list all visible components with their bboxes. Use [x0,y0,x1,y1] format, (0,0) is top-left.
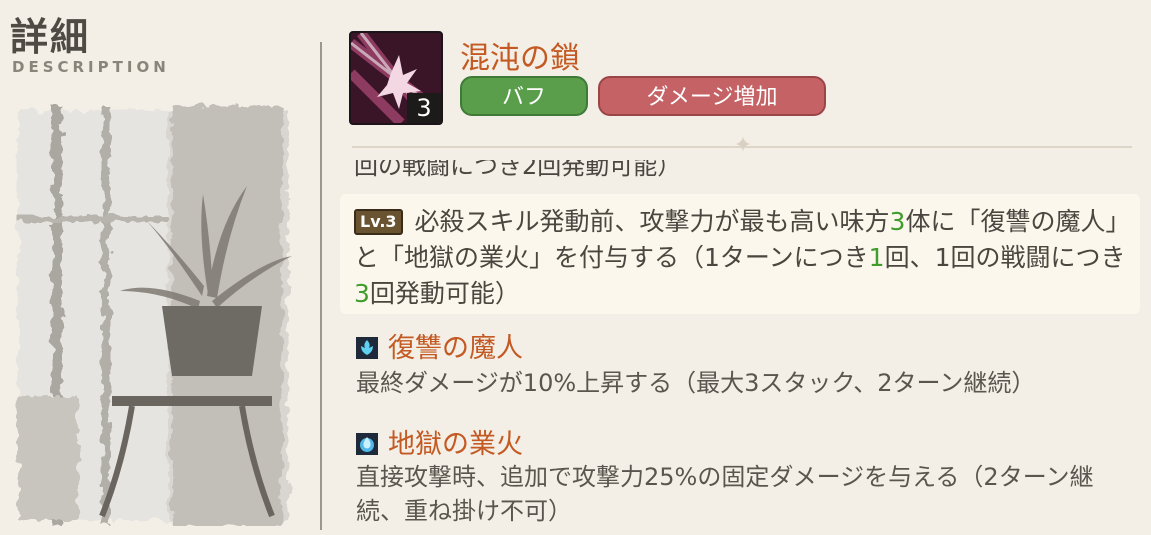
damage-increase-tag: ダメージ増加 [598,76,826,116]
flame-icon [356,433,378,455]
left-panel: 詳細 DESCRIPTION [0,0,320,535]
effect-desc-demon: 最終ダメージが10%上昇する（最大3スタック、2ターン継続） [356,369,1036,397]
previous-level-text: 回の戦闘につき2回発動可能） [354,160,682,180]
effect-title-flame: 地獄の業火 [356,422,523,461]
skill-icon[interactable]: 3 [349,31,443,125]
sparkle-icon: ✦ [733,133,753,158]
skill-name: 混沌の鎖 [460,41,580,76]
buff-tag: バフ [460,76,588,116]
effect-title-demon: 復讐の魔人 [356,326,523,365]
vertical-divider [320,42,322,530]
window-plant-illustration [18,106,292,526]
level-entry-text: Lv.3 必殺スキル発動前、攻撃力が最も高い味方3体に「復讐の魔人」と「地獄の業火… [354,207,1131,308]
description-scroll-area[interactable]: 回の戦闘につき2回発動可能） Lv.3 必殺スキル発動前、攻撃力が最も高い味方3体… [340,160,1140,535]
level-entry-box: Lv.3 必殺スキル発動前、攻撃力が最も高い味方3体に「復讐の魔人」と「地獄の業火… [340,194,1140,314]
demon-icon [356,337,378,359]
level-label: Lv.3 [354,209,403,235]
page-title: 詳細 [10,15,91,59]
skill-level-badge: 3 [407,93,441,123]
effect-desc-flame: 直接攻撃時、追加で攻撃力25%の固定ダメージを与える（2ターン継続、重ね掛け不可… [356,463,1094,525]
page-subtitle: DESCRIPTION [12,58,170,76]
